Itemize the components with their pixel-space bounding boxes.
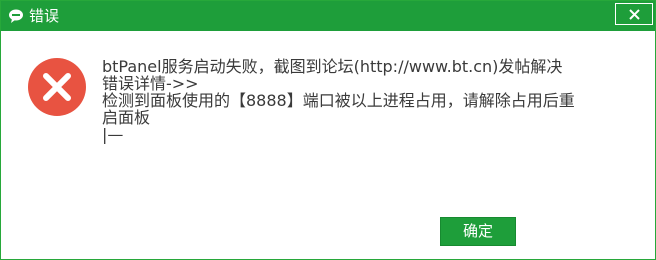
title-bar[interactable]: 错误 [1,1,655,31]
message-line: 检测到面板使用的【8888】端口被以上进程占用，请解除占用后重 [102,91,575,110]
message-line: |— [102,125,124,144]
ok-button[interactable]: 确定 [440,217,516,246]
error-x-icon [27,57,87,117]
close-icon [629,9,640,20]
close-button[interactable] [615,3,653,25]
error-message: btPanel服务启动失败，截图到论坛(http://www.bt.cn)发帖解… [102,58,632,143]
error-dialog: 错误 btPanel服务启动失败，截图到论坛(http://www.bt.cn)… [0,0,656,260]
message-line: 错误详情->> [102,74,199,93]
message-line: btPanel服务启动失败，截图到论坛(http://www.bt.cn)发帖解… [102,57,563,76]
message-line: 启面板 [102,108,151,127]
window-title: 错误 [29,7,60,25]
chat-bubble-icon [8,8,24,24]
